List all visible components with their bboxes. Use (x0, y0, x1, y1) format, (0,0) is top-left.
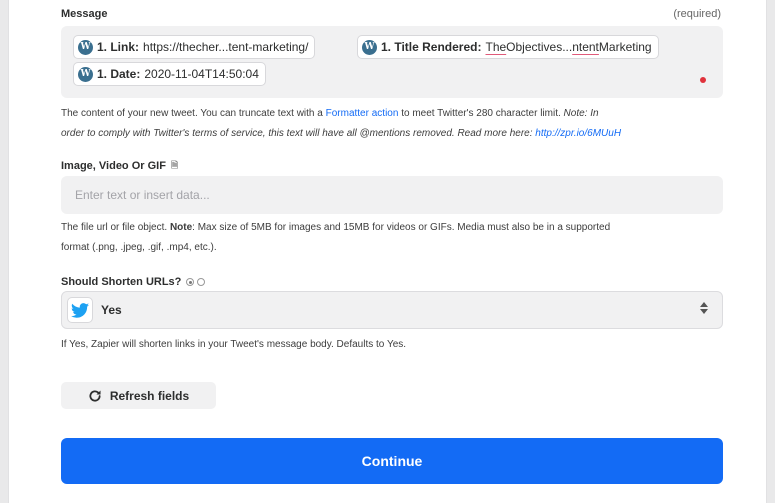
pill-key: 1. Link: (97, 40, 140, 54)
formatter-action-link[interactable]: Formatter action (326, 108, 399, 119)
pill-key: 1. Date: (97, 67, 141, 81)
document-icon: 🗎 (170, 160, 179, 170)
pill-link[interactable]: W 1. Link: https://thecher...tent-market… (73, 35, 316, 59)
refresh-fields-button[interactable]: Refresh fields (61, 382, 216, 409)
continue-button[interactable]: Continue (61, 438, 723, 484)
refresh-fields-label: Refresh fields (109, 388, 190, 403)
pill-value-part: Objectives... (506, 40, 573, 54)
read-more-link[interactable]: http://zpr.io/6MUuH (535, 128, 621, 139)
help-text: Note: (563, 108, 588, 119)
image-input[interactable]: Enter text or insert data... (61, 176, 723, 214)
help-text: The file url or file object. (61, 222, 170, 233)
continue-label: Continue (361, 453, 423, 469)
shorten-select[interactable]: Yes (61, 291, 723, 329)
image-help: The file url or file object. Note: Max s… (61, 218, 741, 258)
message-label: Message (61, 8, 108, 20)
shorten-label: Should Shorten URLs? (61, 276, 206, 288)
help-text: format (.png, .jpeg, .gif, .mp4, etc.). (61, 242, 217, 253)
help-text: : Max size of 5MB for images and 15MB fo… (192, 222, 611, 233)
pill-value-part: The (485, 40, 507, 54)
wordpress-icon: W (78, 39, 93, 55)
pill-value-part: Marketing (598, 40, 652, 54)
required-indicator: (required) (673, 8, 721, 20)
pill-value: https://thecher...tent-marketing/ (143, 40, 309, 54)
shorten-help: If Yes, Zapier will shorten links in you… (61, 339, 407, 350)
message-input[interactable]: W 1. Link: https://thecher...tent-market… (61, 26, 723, 98)
radio-empty-icon[interactable] (197, 278, 206, 286)
form-panel: Message (required) W 1. Link: https://th… (8, 0, 767, 503)
pill-value-part: ntent (572, 40, 599, 54)
pill-key: 1. Title Rendered: (381, 40, 482, 54)
refresh-icon (89, 389, 101, 402)
help-text: Note (169, 222, 193, 233)
image-label-text: Image, Video Or GIF (61, 160, 166, 172)
shorten-selected-value: Yes (101, 303, 122, 317)
toggle-mode[interactable] (186, 278, 206, 286)
image-input-placeholder: Enter text or insert data... (75, 188, 210, 202)
select-arrows-icon[interactable] (700, 302, 708, 314)
pill-date[interactable]: W 1. Date: 2020-11-04T14:50:04 (73, 62, 266, 86)
error-dot-icon (700, 77, 706, 83)
help-text: order to comply with Twitter's terms of … (61, 128, 536, 139)
image-label: Image, Video Or GIF 🗎 (61, 158, 178, 174)
pill-value: 2020-11-04T14:50:04 (144, 67, 259, 81)
twitter-icon (67, 297, 93, 323)
radio-selected-icon[interactable] (186, 278, 195, 286)
shorten-label-text: Should Shorten URLs? (61, 276, 182, 288)
help-text: In (587, 108, 599, 119)
pill-title-rendered[interactable]: W 1. Title Rendered: The Objectives... nt… (357, 35, 659, 59)
help-text: The content of your new tweet. You can t… (61, 108, 326, 119)
wordpress-icon: W (362, 39, 377, 55)
message-help: The content of your new tweet. You can t… (61, 104, 741, 144)
help-text: to meet Twitter's 280 character limit. (398, 108, 564, 119)
wordpress-icon: W (78, 66, 93, 82)
